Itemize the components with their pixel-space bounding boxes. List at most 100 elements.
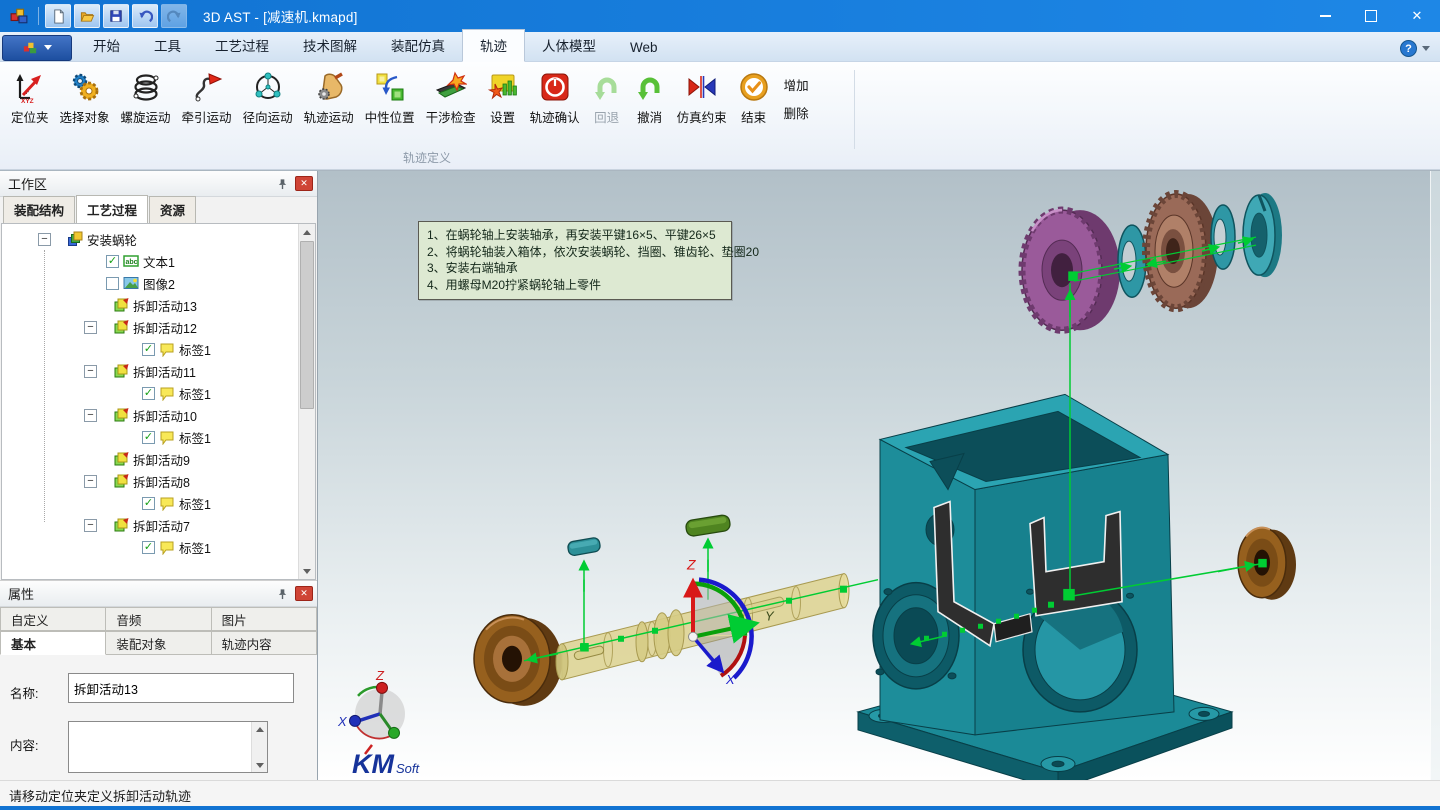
- tree-checkbox[interactable]: [142, 343, 155, 356]
- maximize-button[interactable]: [1348, 0, 1394, 32]
- scroll-down-icon[interactable]: [252, 758, 267, 772]
- application-menu-button[interactable]: [2, 35, 72, 61]
- key-teal[interactable]: [567, 537, 601, 556]
- tree-checkbox[interactable]: [142, 431, 155, 444]
- radial-motion-button[interactable]: 径向运动: [238, 69, 298, 128]
- tree-item[interactable]: 安装蜗轮: [2, 228, 315, 250]
- tree-item-label: 拆卸活动7: [133, 516, 190, 535]
- settings-button[interactable]: 设置: [482, 69, 524, 128]
- properties-panel: 属性 自定义 音频 图片 基本 装配对象 轨迹内容 名称: 内容:: [0, 580, 317, 780]
- undo-button[interactable]: [132, 4, 158, 28]
- trajectory-motion-button[interactable]: 轨迹运动: [299, 69, 359, 128]
- tree-expander[interactable]: [84, 321, 97, 334]
- lock-nut[interactable]: [1243, 193, 1282, 277]
- tree-expander[interactable]: [84, 519, 97, 532]
- finish-button[interactable]: 结束: [733, 69, 775, 128]
- tab-human-model[interactable]: 人体模型: [525, 30, 613, 61]
- select-object-button[interactable]: 选择对象: [55, 69, 115, 128]
- textarea-scrollbar[interactable]: [251, 722, 267, 772]
- image-icon: [123, 275, 139, 291]
- tab-assembly-sim[interactable]: 装配仿真: [374, 30, 462, 61]
- content-field[interactable]: [68, 721, 268, 773]
- neutral-position-button[interactable]: 中性位置: [360, 69, 420, 128]
- tab-trajectory-content[interactable]: 轨迹内容: [212, 631, 317, 655]
- drag-motion-button[interactable]: 牵引运动: [177, 69, 237, 128]
- tab-picture[interactable]: 图片: [212, 607, 317, 631]
- tab-start[interactable]: 开始: [76, 30, 137, 61]
- tree-item[interactable]: 拆卸活动11: [2, 360, 315, 382]
- trajectory-confirm-button[interactable]: 轨迹确认: [525, 69, 585, 128]
- process-note[interactable]: 1、在蜗轮轴上安装轴承，再安装平键16×5、平键26×5 2、将蜗轮轴装入箱体，…: [418, 221, 732, 300]
- name-field[interactable]: [68, 673, 294, 703]
- tree-item[interactable]: 拆卸活动8: [2, 470, 315, 492]
- tree-item[interactable]: 拆卸活动9: [2, 448, 315, 470]
- redo-button[interactable]: [161, 4, 187, 28]
- rollback-button[interactable]: 回退: [586, 69, 628, 128]
- gearbox-housing[interactable]: [858, 394, 1232, 780]
- minimize-button[interactable]: [1302, 0, 1348, 32]
- tree-item[interactable]: 标签1: [2, 492, 315, 514]
- tab-trajectory[interactable]: 轨迹: [462, 29, 525, 62]
- scrollbar-thumb[interactable]: [300, 241, 314, 409]
- tree-item[interactable]: 标签1: [2, 536, 315, 558]
- close-button[interactable]: [1394, 0, 1440, 32]
- undo-motion-button[interactable]: 撤消: [629, 69, 671, 128]
- tab-assembly-structure[interactable]: 装配结构: [3, 196, 75, 223]
- tree-item[interactable]: 拆卸活动12: [2, 316, 315, 338]
- tree-checkbox[interactable]: [106, 277, 119, 290]
- pin-icon[interactable]: [273, 176, 291, 192]
- chevron-down-icon[interactable]: [1422, 46, 1430, 51]
- tree-item[interactable]: abc 文本1: [2, 250, 315, 272]
- tree-expander[interactable]: [38, 233, 51, 246]
- tree-checkbox[interactable]: [142, 497, 155, 510]
- tab-audio[interactable]: 音频: [106, 607, 211, 631]
- key-green[interactable]: [685, 514, 731, 537]
- scroll-up-icon[interactable]: [299, 224, 315, 240]
- tab-process-tree[interactable]: 工艺过程: [76, 195, 148, 223]
- tree-expander[interactable]: [84, 475, 97, 488]
- tree-checkbox[interactable]: [142, 387, 155, 400]
- close-panel-button[interactable]: [295, 586, 313, 601]
- spiral-motion-button[interactable]: 螺旋运动: [116, 69, 176, 128]
- tab-assembly-object[interactable]: 装配对象: [106, 631, 211, 655]
- simulation-constraint-button[interactable]: 仿真约束: [672, 69, 732, 128]
- tab-web[interactable]: Web: [613, 35, 675, 61]
- bearing-right[interactable]: [1238, 528, 1296, 600]
- open-file-button[interactable]: [74, 4, 100, 28]
- tree-expander[interactable]: [84, 365, 97, 378]
- tree-checkbox[interactable]: [106, 255, 119, 268]
- delete-button[interactable]: 删除: [784, 103, 809, 122]
- pin-icon[interactable]: [273, 586, 291, 602]
- tree-expander[interactable]: [84, 409, 97, 422]
- tab-tools[interactable]: 工具: [137, 30, 198, 61]
- interference-check-button[interactable]: 干涉检查: [421, 69, 481, 128]
- viewport-3d[interactable]: Z X Y Z X KM Soft: [318, 171, 1440, 780]
- add-button[interactable]: 增加: [784, 75, 809, 94]
- tree-item[interactable]: 标签1: [2, 338, 315, 360]
- tree-item[interactable]: 拆卸活动7: [2, 514, 315, 536]
- save-button[interactable]: [103, 4, 129, 28]
- new-file-button[interactable]: [45, 4, 71, 28]
- tab-custom[interactable]: 自定义: [0, 607, 106, 631]
- tab-process[interactable]: 工艺过程: [198, 30, 286, 61]
- locate-clamp-button[interactable]: +XYZ 定位夹: [6, 69, 54, 128]
- washer-2[interactable]: [1211, 205, 1235, 269]
- tree-item[interactable]: 拆卸活动10: [2, 404, 315, 426]
- worm-gear[interactable]: [1022, 210, 1120, 330]
- bearing-left[interactable]: [474, 615, 562, 706]
- help-icon[interactable]: [1400, 40, 1417, 57]
- tree-item[interactable]: 拆卸活动13: [2, 294, 315, 316]
- tab-basic[interactable]: 基本: [0, 631, 106, 655]
- close-panel-button[interactable]: [295, 176, 313, 191]
- tab-resources[interactable]: 资源: [149, 196, 196, 223]
- scroll-up-icon[interactable]: [252, 722, 267, 736]
- tree-item[interactable]: 标签1: [2, 426, 315, 448]
- tree-checkbox[interactable]: [142, 541, 155, 554]
- tree-scrollbar[interactable]: [298, 224, 315, 579]
- tab-tech-diagram[interactable]: 技术图解: [286, 30, 374, 61]
- tree-item[interactable]: 图像2: [2, 272, 315, 294]
- activity-icon: [113, 517, 129, 533]
- scroll-down-icon[interactable]: [299, 563, 315, 579]
- bevel-gear[interactable]: [1146, 194, 1218, 308]
- tree-item[interactable]: 标签1: [2, 382, 315, 404]
